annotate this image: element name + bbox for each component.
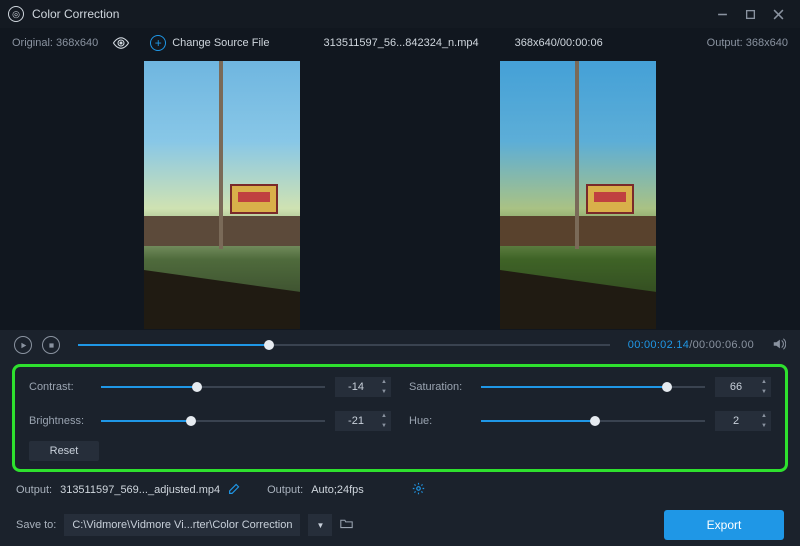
minimize-button[interactable] <box>708 0 736 28</box>
contrast-step-down[interactable]: ▼ <box>377 387 391 397</box>
output-file-label: Output: <box>16 484 52 496</box>
hue-label: Hue: <box>409 415 471 427</box>
export-button[interactable]: Export <box>664 510 784 540</box>
edit-filename-icon[interactable] <box>228 482 241 498</box>
hue-input[interactable]: 2 ▲▼ <box>715 411 771 431</box>
source-filename[interactable]: 313511597_56...842324_n.mp4 <box>323 37 478 49</box>
output-settings-icon[interactable] <box>412 482 425 498</box>
volume-icon[interactable] <box>772 337 786 354</box>
saturation-step-up[interactable]: ▲ <box>757 377 771 387</box>
contrast-input[interactable]: -14 ▲▼ <box>335 377 391 397</box>
save-path-dropdown[interactable]: ▼ <box>308 514 332 536</box>
color-controls-panel: Contrast: -14 ▲▼ Saturation: 66 ▲▼ Bri <box>12 364 788 472</box>
hue-step-up[interactable]: ▲ <box>757 411 771 421</box>
output-format-label: Output: <box>267 484 303 496</box>
timeline-fill <box>78 344 269 346</box>
original-preview <box>144 61 300 329</box>
brightness-step-up[interactable]: ▲ <box>377 411 391 421</box>
timeline-thumb[interactable] <box>264 340 274 350</box>
saturation-input[interactable]: 66 ▲▼ <box>715 377 771 397</box>
original-dimensions: Original: 368x640 <box>12 37 98 49</box>
contrast-slider[interactable] <box>101 386 325 388</box>
brightness-label: Brightness: <box>29 415 91 427</box>
window-title: Color Correction <box>32 7 708 21</box>
brightness-input[interactable]: -21 ▲▼ <box>335 411 391 431</box>
time-total: 00:00:06.00 <box>693 339 754 351</box>
play-button[interactable] <box>14 336 32 354</box>
timeline-slider[interactable] <box>78 344 610 346</box>
time-current: 00:00:02.14 <box>628 339 689 351</box>
saturation-step-down[interactable]: ▼ <box>757 387 771 397</box>
timecode: 00:00:02.14/00:00:06.00 <box>628 339 754 351</box>
open-folder-icon[interactable] <box>340 517 353 533</box>
change-source-label: Change Source File <box>172 37 269 49</box>
maximize-button[interactable] <box>736 0 764 28</box>
source-meta: 368x640/00:00:06 <box>515 37 603 49</box>
stop-button[interactable] <box>42 336 60 354</box>
close-button[interactable] <box>764 0 792 28</box>
save-path-box[interactable]: C:\Vidmore\Vidmore Vi...rter\Color Corre… <box>64 514 300 536</box>
contrast-label: Contrast: <box>29 381 91 393</box>
brightness-control: Brightness: -21 ▲▼ <box>29 411 391 431</box>
output-format-value[interactable]: Auto;24fps <box>311 484 364 496</box>
saturation-slider[interactable] <box>481 386 705 388</box>
brightness-slider[interactable] <box>101 420 325 422</box>
preview-toggle-icon[interactable] <box>112 37 130 49</box>
plus-circle-icon: + <box>150 35 166 51</box>
hue-slider[interactable] <box>481 420 705 422</box>
app-logo-icon: ◎ <box>8 6 24 22</box>
change-source-button[interactable]: + Change Source File <box>150 35 269 51</box>
saturation-label: Saturation: <box>409 381 471 393</box>
contrast-control: Contrast: -14 ▲▼ <box>29 377 391 397</box>
save-to-label: Save to: <box>16 519 56 531</box>
hue-control: Hue: 2 ▲▼ <box>409 411 771 431</box>
output-dimensions: Output: 368x640 <box>707 37 788 49</box>
hue-step-down[interactable]: ▼ <box>757 421 771 431</box>
saturation-control: Saturation: 66 ▲▼ <box>409 377 771 397</box>
output-filename[interactable]: 313511597_569..._adjusted.mp4 <box>60 484 220 496</box>
reset-button[interactable]: Reset <box>29 441 99 461</box>
output-preview <box>500 61 656 329</box>
contrast-step-up[interactable]: ▲ <box>377 377 391 387</box>
brightness-step-down[interactable]: ▼ <box>377 421 391 431</box>
